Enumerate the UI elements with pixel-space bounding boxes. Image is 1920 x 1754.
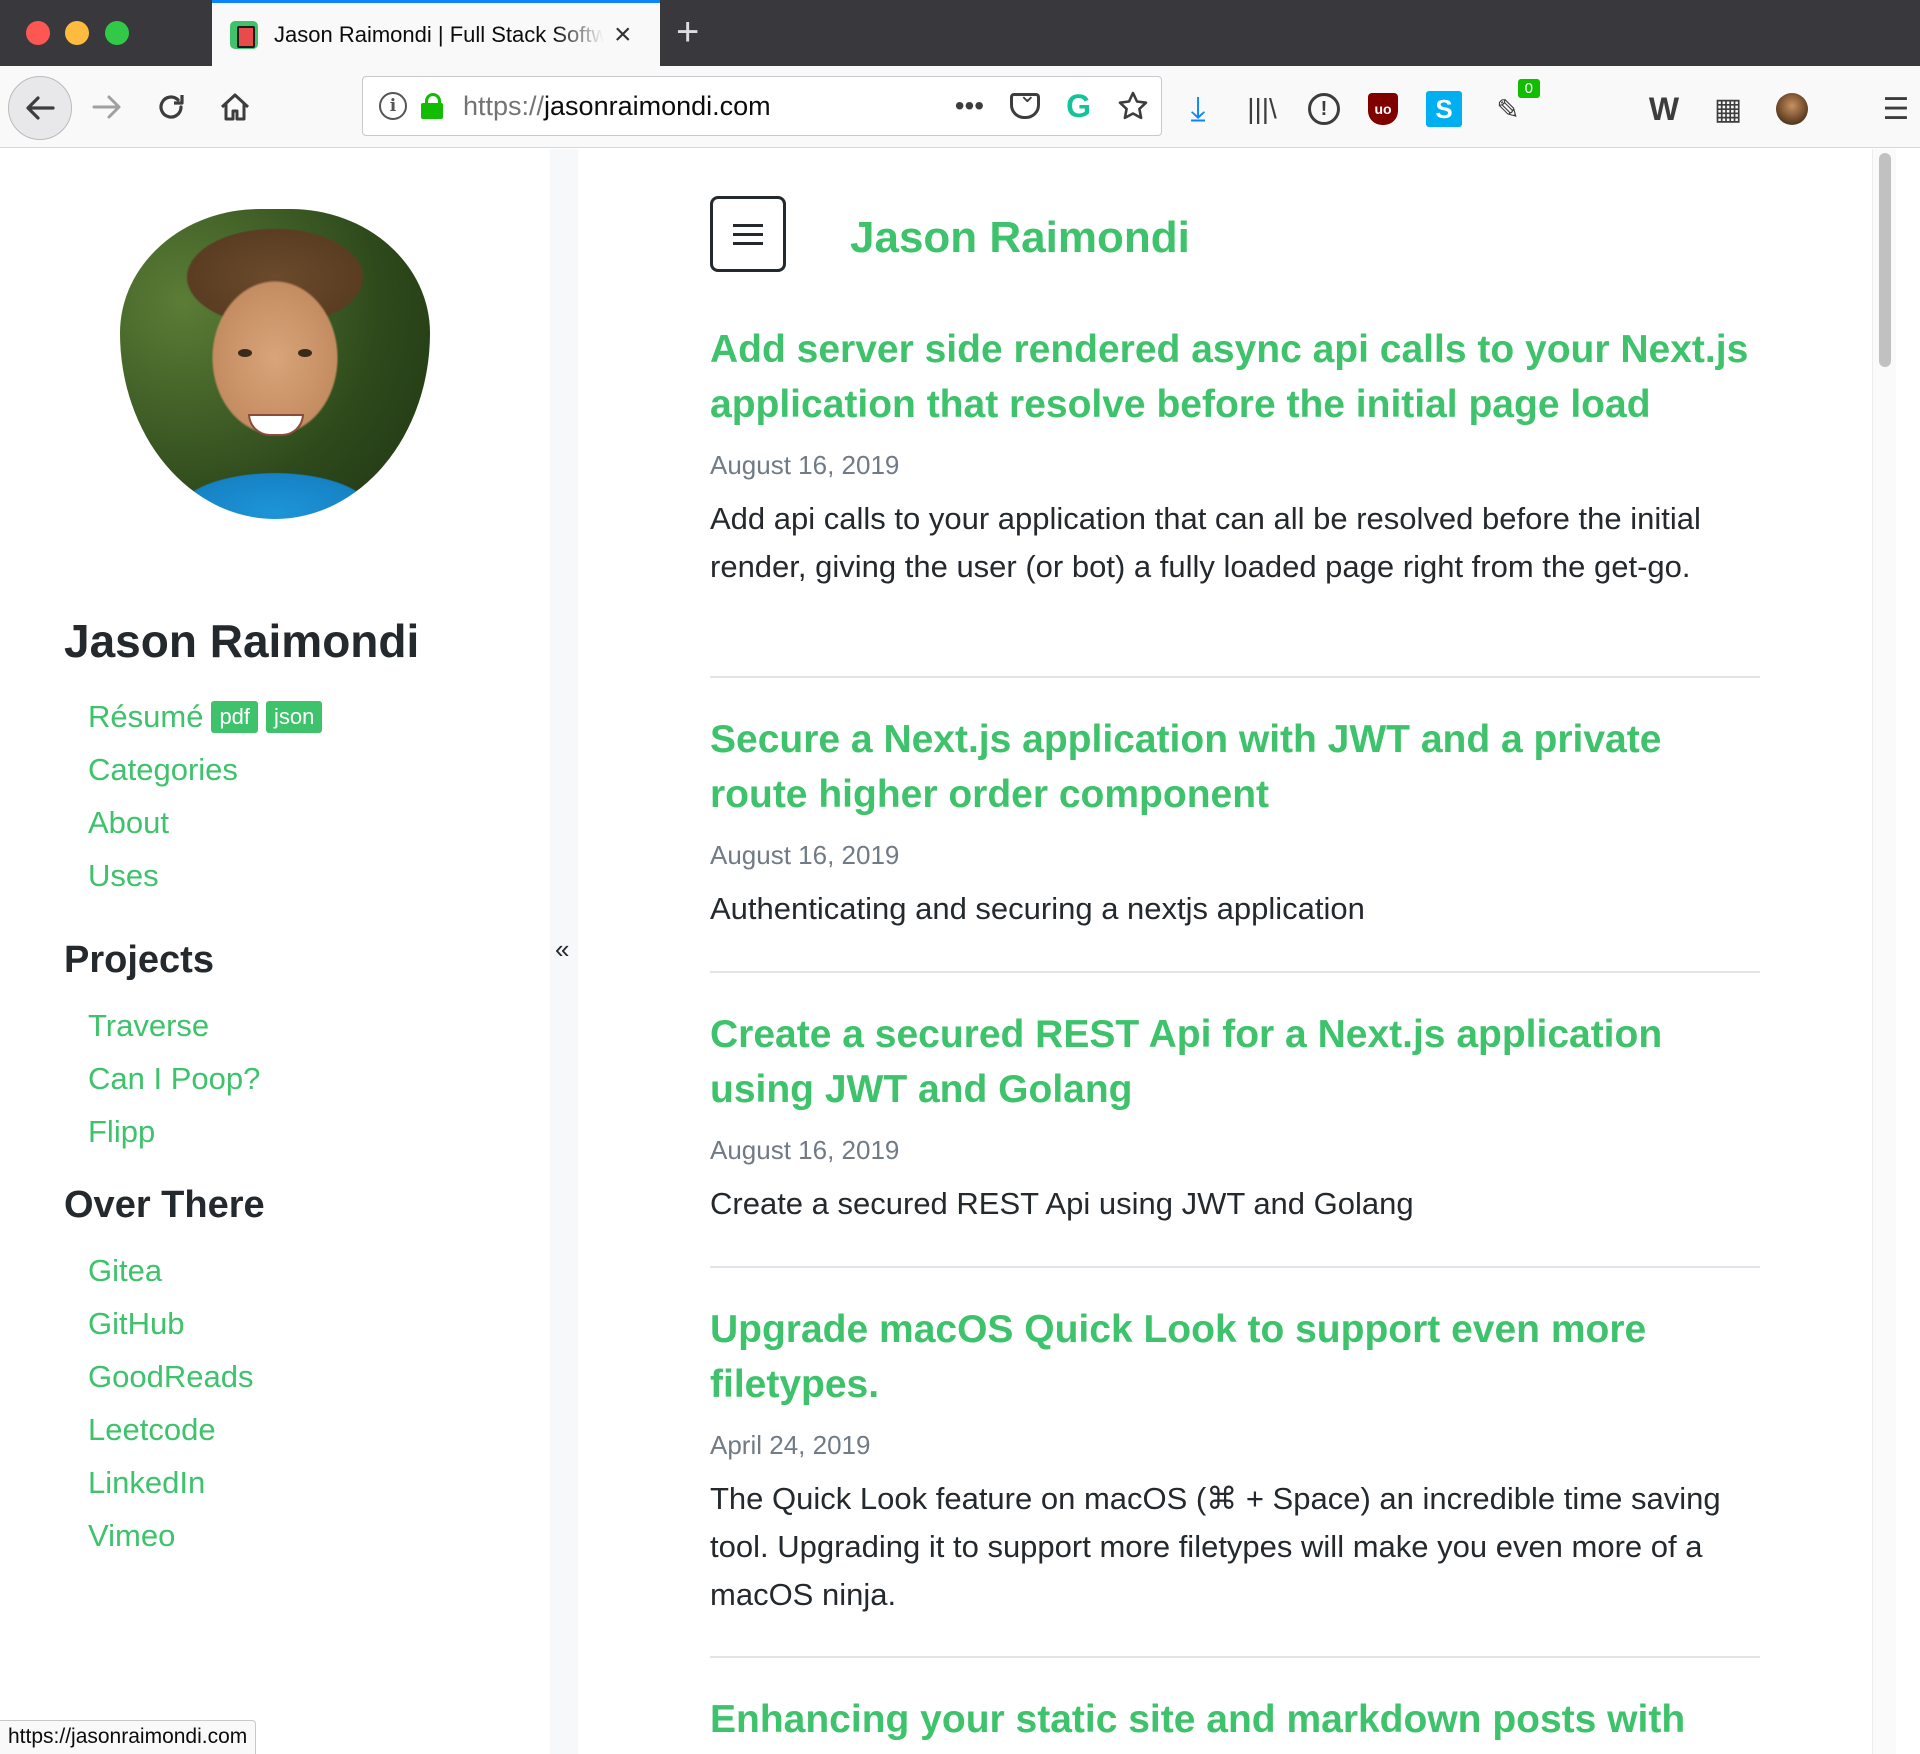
extension-icon[interactable]: ✎ 0 [1490,79,1540,127]
site-info-icon[interactable]: i [379,92,407,120]
resume-json-badge[interactable]: json [266,700,323,733]
project-link-can-i-poop[interactable]: Can I Poop? [88,1052,260,1105]
address-bar[interactable]: i https://jasonraimondi.com ••• G [362,76,1162,136]
post-excerpt: Add api calls to your application that c… [710,501,1701,584]
back-arrow-icon [26,96,55,120]
new-tab-button[interactable]: + [676,12,699,52]
page-title[interactable]: Jason Raimondi [850,213,1190,263]
profile-avatar[interactable] [1774,91,1810,127]
tab-close-icon[interactable]: × [614,19,632,50]
external-link-goodreads[interactable]: GoodReads [88,1350,253,1403]
post-title-link[interactable]: Upgrade macOS Quick Look to support even… [710,1302,1760,1412]
forward-button[interactable] [82,82,132,132]
post-divider [710,1266,1760,1268]
extension-badge: 0 [1517,79,1540,98]
window-close-button[interactable] [26,21,50,45]
post-excerpt: Create a secured REST Api using JWT and … [710,1186,1414,1221]
post-title-link[interactable]: Create a secured REST Api for a Next.js … [710,1007,1760,1117]
downloads-icon[interactable]: ⤓ [1180,90,1216,128]
home-icon [220,93,250,121]
post-item: Upgrade macOS Quick Look to support even… [710,1302,1760,1619]
scrollbar-thumb[interactable] [1879,153,1891,367]
apps-grid-icon[interactable]: ▦ [1710,91,1746,127]
projects-heading: Projects [64,939,214,981]
sidebar: Jason Raimondi Résumé pdf json Categorie… [0,149,550,1754]
url-host: jasonraimondi.com [544,90,771,121]
url-field[interactable]: https://jasonraimondi.com [463,91,771,122]
external-link-gitea[interactable]: Gitea [88,1244,253,1297]
window-minimize-button[interactable] [65,21,89,45]
back-button[interactable] [8,76,72,140]
over-there-heading: Over There [64,1184,265,1226]
page-scrollbar[interactable] [1872,149,1896,1754]
grammarly-icon[interactable]: G [1066,88,1091,125]
bookmark-star-icon[interactable] [1117,90,1149,122]
lock-icon [421,93,443,119]
projects-list: Traverse Can I Poop? Flipp [88,999,260,1158]
sidebar-item-label[interactable]: Résumé [88,699,203,735]
post-excerpt: The Quick Look feature on macOS (⌘ + Spa… [710,1481,1721,1612]
page-actions-icon[interactable]: ••• [955,90,984,122]
link-status-url: https://jasonraimondi.com [0,1720,257,1754]
post-title-link[interactable]: Add server side rendered async api calls… [710,322,1760,432]
external-link-linkedin[interactable]: LinkedIn [88,1456,253,1509]
reload-button[interactable] [146,82,196,132]
sidebar-item-uses[interactable]: Uses [88,849,322,902]
post-item: Add server side rendered async api calls… [710,322,1760,591]
post-title-link[interactable]: Secure a Next.js application with JWT an… [710,712,1760,822]
post-date: August 16, 2019 [710,840,900,870]
tab-title: Jason Raimondi | Full Stack Software Eng… [274,21,604,47]
post-divider [710,1656,1760,1658]
library-icon[interactable]: |||\ [1244,91,1280,127]
project-link-flipp[interactable]: Flipp [88,1105,260,1158]
active-tab[interactable]: Jason Raimondi | Full Stack Software Eng… [212,0,660,66]
site-favicon-icon [230,20,258,49]
password-manager-icon[interactable]: ! [1308,93,1340,125]
sidebar-item-categories[interactable]: Categories [88,743,322,796]
post-date: August 16, 2019 [710,1135,900,1165]
project-link-traverse[interactable]: Traverse [88,999,260,1052]
external-links-list: Gitea GitHub GoodReads Leetcode LinkedIn… [88,1244,253,1562]
url-protocol: https:// [463,90,545,121]
page-viewport: Jason Raimondi Résumé pdf json Categorie… [0,149,1896,1754]
ublock-origin-icon[interactable]: uo [1368,93,1398,125]
post-date: April 24, 2019 [710,1430,871,1460]
skype-icon[interactable]: S [1426,91,1462,127]
sidebar-site-name[interactable]: Jason Raimondi [64,614,419,668]
post-divider [710,676,1760,678]
window-zoom-button[interactable] [105,21,129,45]
pocket-icon[interactable] [1010,82,1041,119]
external-link-github[interactable]: GitHub [88,1297,253,1350]
external-link-leetcode[interactable]: Leetcode [88,1403,253,1456]
post-divider [710,971,1760,973]
sidebar-item-about[interactable]: About [88,796,322,849]
post-title-link[interactable]: Enhancing your static site and markdown … [710,1692,1760,1747]
sidebar-collapse-icon[interactable]: « [555,934,569,965]
resume-pdf-badge[interactable]: pdf [211,700,259,733]
w-extension-icon[interactable]: W [1646,91,1682,127]
post-date: August 16, 2019 [710,450,900,480]
profile-photo [120,209,430,519]
sidebar-nav: Résumé pdf json Categories About Uses [88,690,323,902]
reload-icon [159,95,184,119]
external-link-vimeo[interactable]: Vimeo [88,1509,253,1562]
menu-toggle-button[interactable] [710,196,786,272]
forward-arrow-icon [92,95,121,119]
post-excerpt: Authenticating and securing a nextjs app… [710,891,1365,926]
post-item: Secure a Next.js application with JWT an… [710,712,1760,933]
home-button[interactable] [210,82,260,132]
hamburger-menu-icon[interactable]: ☰ [1878,91,1914,127]
post-item: Create a secured REST Api for a Next.js … [710,1007,1760,1228]
post-item: Enhancing your static site and markdown … [710,1692,1760,1747]
sidebar-item-resume[interactable]: Résumé pdf json [88,690,323,743]
navigation-toolbar: i https://jasonraimondi.com ••• G ⤓ |||\… [0,66,1920,148]
tab-strip: Jason Raimondi | Full Stack Software Eng… [0,0,1920,66]
